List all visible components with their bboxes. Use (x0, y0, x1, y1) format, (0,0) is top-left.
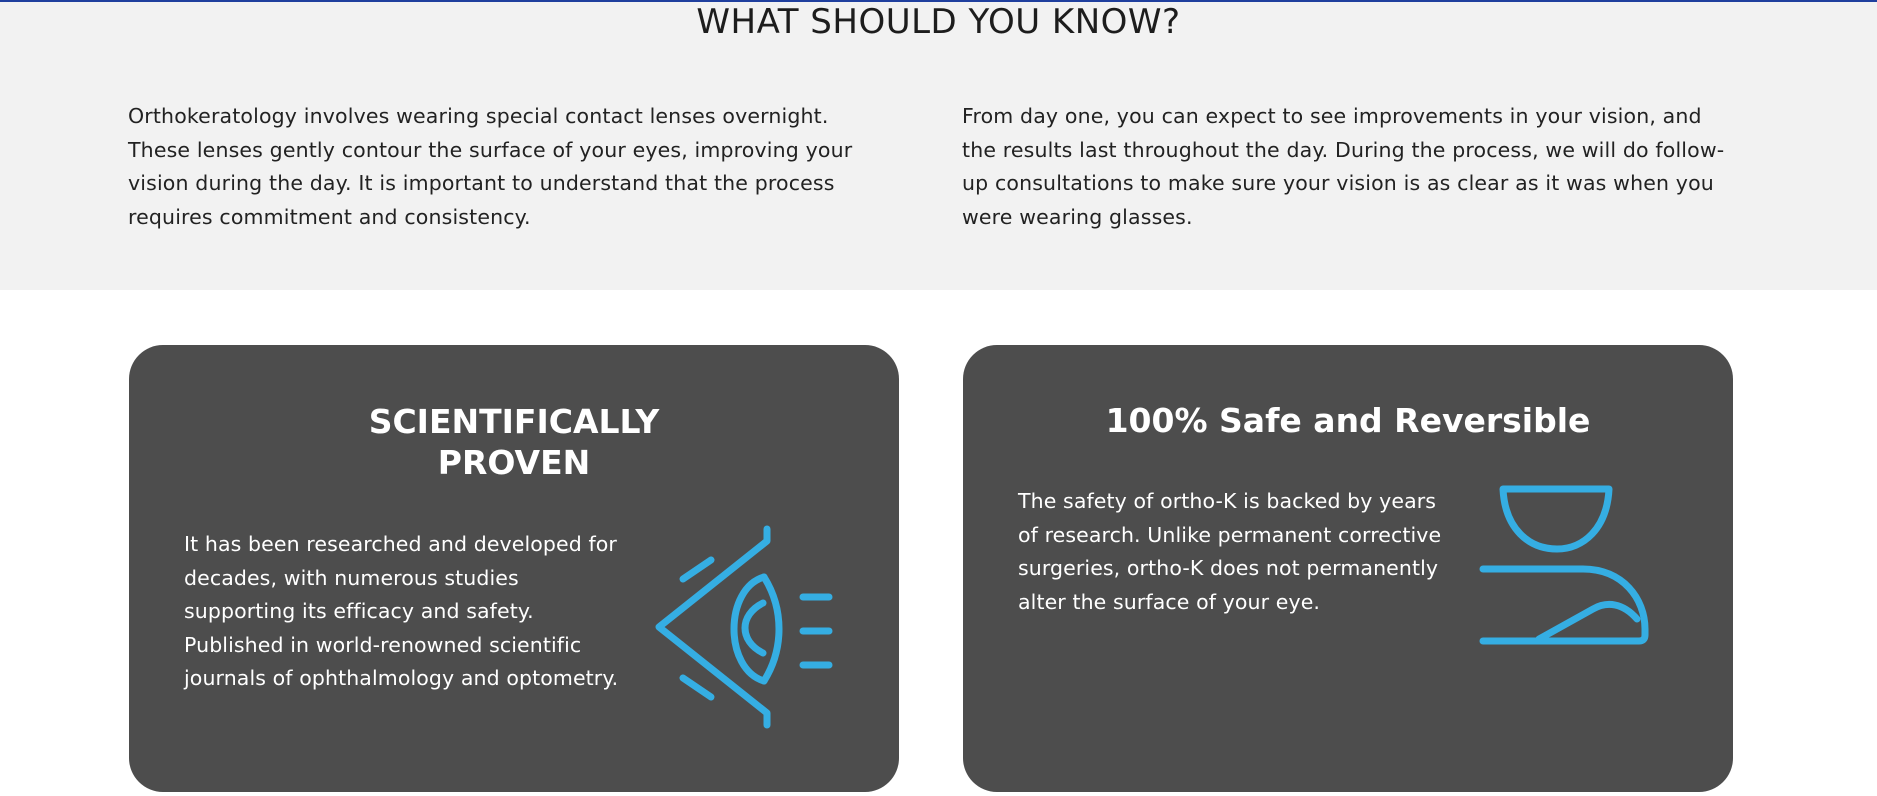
intro-paragraph-left: Orthokeratology involves wearing special… (128, 104, 853, 229)
card-body: The safety of ortho-K is backed by years… (1018, 489, 1442, 614)
card-title: 100% Safe and Reversible (1105, 401, 1591, 440)
card-scientifically-proven: SCIENTIFICALLY PROVEN It has been resear… (129, 345, 899, 792)
intro-paragraph-right: From day one, you can expect to see impr… (962, 104, 1725, 229)
card-body: It has been researched and developed for… (184, 532, 619, 690)
card-title: SCIENTIFICALLY PROVEN (129, 401, 899, 483)
section-title: WHAT SHOULD YOU KNOW? (696, 2, 1181, 42)
eye-lens-icon (1479, 485, 1649, 645)
eye-icon (655, 525, 833, 729)
card-title-line-1: SCIENTIFICALLY (368, 402, 660, 441)
card-safe-reversible: 100% Safe and Reversible The safety of o… (963, 345, 1733, 792)
card-title-line-2: PROVEN (437, 443, 591, 482)
